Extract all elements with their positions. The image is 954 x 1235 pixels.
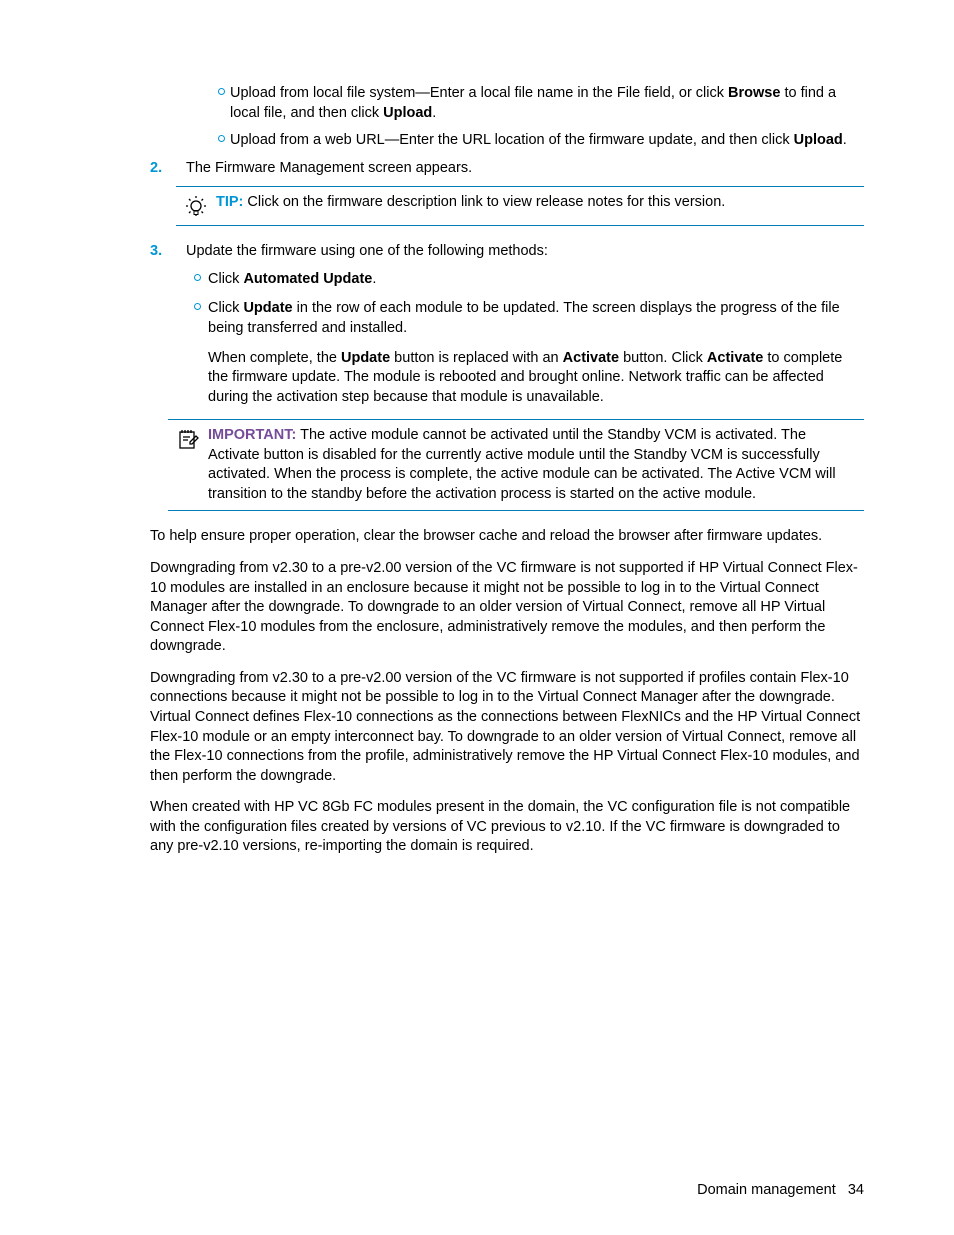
bullet-circle-icon [218, 135, 225, 142]
document-page: Upload from local file system—Enter a lo… [0, 0, 954, 1235]
text: Upload from a web URL—Enter the URL loca… [230, 132, 794, 148]
important-label: IMPORTANT: [208, 427, 296, 443]
continuation-text: When complete, the Update button is repl… [208, 349, 864, 408]
bold: Browse [728, 85, 780, 101]
paragraph: Downgrading from v2.30 to a pre-v2.00 ve… [150, 669, 864, 786]
text: in the row of each module to be updated.… [208, 300, 840, 336]
text: Click [208, 300, 243, 316]
paragraph: To help ensure proper operation, clear t… [150, 527, 864, 547]
paragraph: When created with HP VC 8Gb FC modules p… [150, 798, 864, 857]
step-text: Update the firmware using one of the fol… [186, 242, 864, 262]
bold: Upload [794, 132, 843, 148]
bold: Update [341, 350, 390, 366]
tip-text: Click on the firmware description link t… [243, 194, 725, 210]
tip-label: TIP: [216, 194, 243, 210]
text: Upload from local file system—Enter a lo… [230, 85, 728, 101]
tip-callout: TIP: Click on the firmware description l… [176, 186, 864, 226]
bullet-circle-icon [218, 88, 225, 95]
text: . [372, 271, 376, 287]
text: button is replaced with an [390, 350, 563, 366]
note-icon [177, 428, 199, 504]
bold: Automated Update [243, 271, 372, 287]
lightbulb-icon [185, 195, 207, 219]
step-number: 3. [150, 242, 186, 262]
bullet-circle-icon [194, 303, 201, 310]
paragraph: Downgrading from v2.30 to a pre-v2.00 ve… [150, 559, 864, 657]
step-2: 2. The Firmware Management screen appear… [150, 159, 864, 179]
step-3: 3. Update the firmware using one of the … [150, 242, 864, 262]
text: Click [208, 271, 243, 287]
bold: Upload [383, 105, 432, 121]
sub-bullet: Click Automated Update. [208, 270, 864, 290]
footer-page-number: 34 [848, 1182, 864, 1198]
important-text: The active module cannot be activated un… [208, 427, 836, 502]
step-text: The Firmware Management screen appears. [186, 159, 864, 179]
text: . [843, 132, 847, 148]
text: button. Click [619, 350, 707, 366]
sub-bullet: Upload from a web URL—Enter the URL loca… [230, 131, 864, 151]
bullet-circle-icon [194, 274, 201, 281]
footer-section: Domain management [697, 1182, 836, 1198]
step-number: 2. [150, 159, 186, 179]
bold: Activate [563, 350, 619, 366]
sub-bullet: Click Update in the row of each module t… [208, 299, 864, 338]
bold: Activate [707, 350, 763, 366]
text: . [432, 105, 436, 121]
bold: Update [243, 300, 292, 316]
sub-bullet: Upload from local file system—Enter a lo… [230, 84, 864, 123]
text: When complete, the [208, 350, 341, 366]
important-callout: IMPORTANT: The active module cannot be a… [168, 419, 864, 511]
page-footer: Domain management 34 [697, 1181, 864, 1201]
